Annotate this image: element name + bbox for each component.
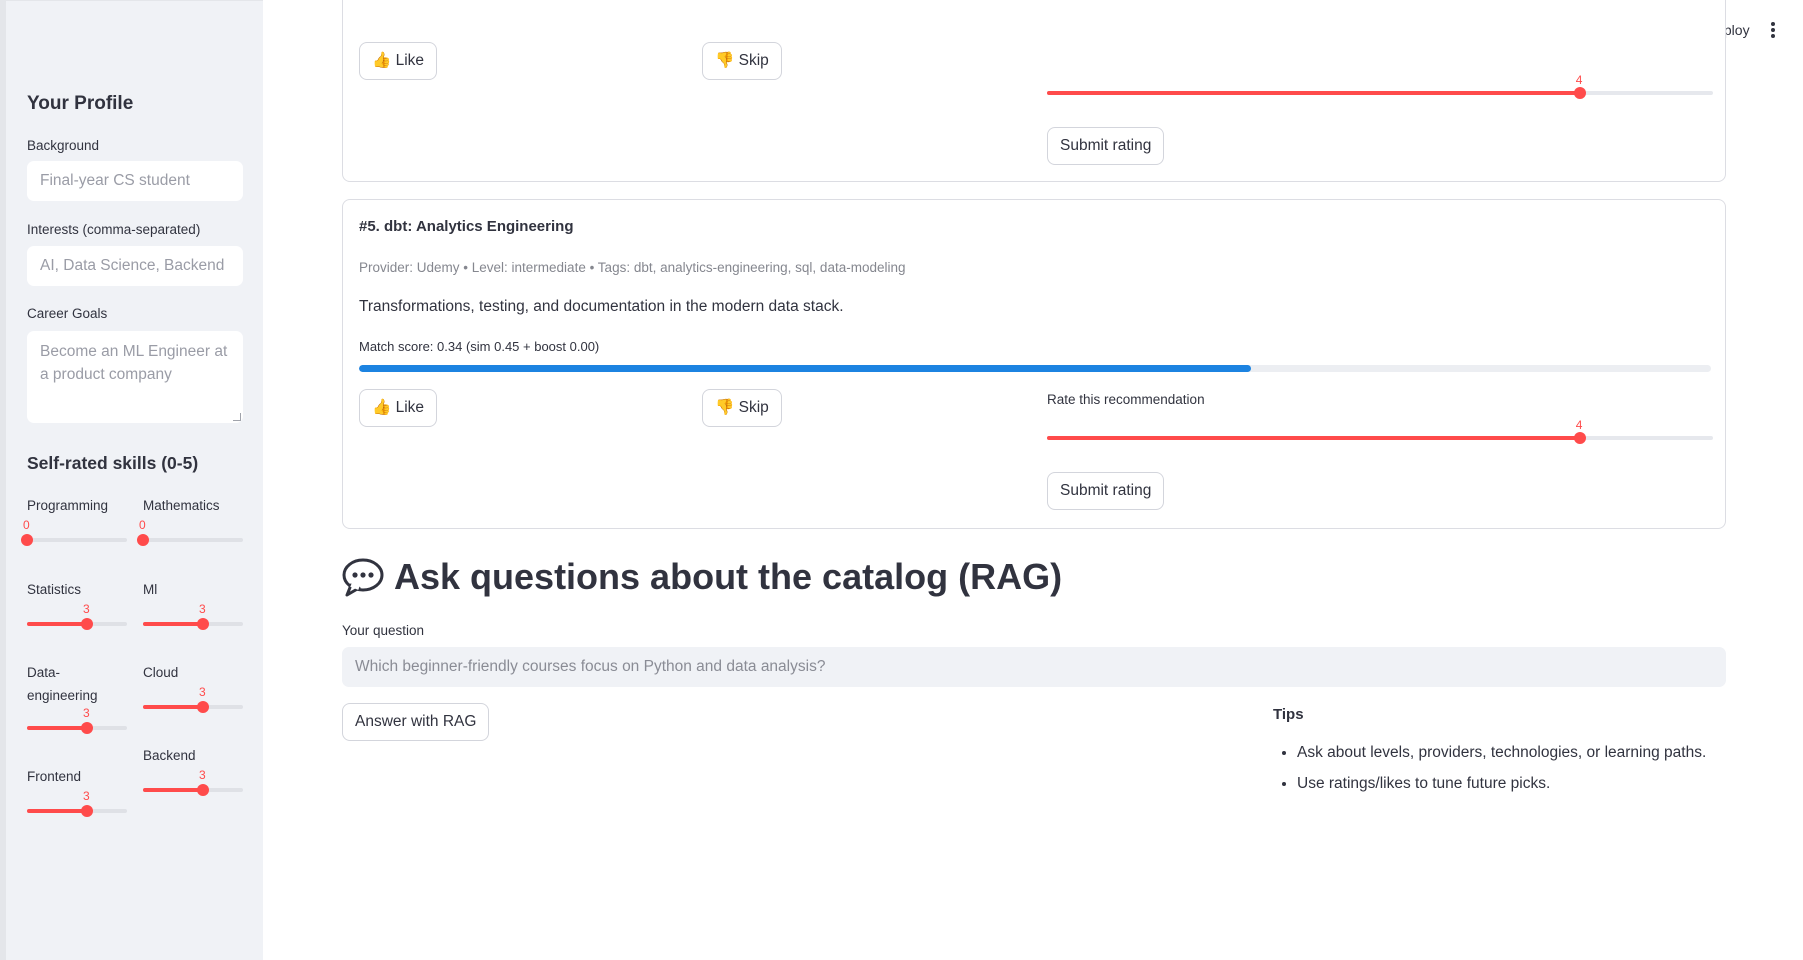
skill-slider-thumb[interactable] [197,618,209,630]
skills-title: Self-rated skills (0-5) [27,453,199,473]
course-description: Transformations, testing, and documentat… [359,298,844,315]
skill-value: 0 [23,518,30,532]
match-score: Match score: 0.34 (sim 0.45 + boost 0.00… [359,339,600,354]
tips-title: Tips [1273,706,1304,723]
submit-rating-button[interactable]: Submit rating [1047,472,1165,510]
skill-slider-fill [27,726,87,730]
answer-with-rag-button[interactable]: Answer with RAG [342,703,490,741]
skill-slider-fill [143,622,203,626]
skill-slider-thumb[interactable] [21,534,33,546]
skill-slider-thumb[interactable] [137,534,149,546]
course-title: #5. dbt: Analytics Engineering [359,218,574,235]
skill-slider-statistics[interactable]: Statistics 3 [27,578,127,630]
skill-slider-thumb[interactable] [81,722,93,734]
speech-bubble-icon [342,557,384,597]
rating-slider-fill [1047,91,1580,95]
skill-slider-frontend[interactable]: Frontend 3 [27,765,127,817]
recommendation-card: #5. dbt: Analytics Engineering Provider:… [342,199,1726,529]
tip-item: Ask about levels, providers, technologie… [1297,742,1706,764]
skill-slider-fill [27,809,87,813]
skill-slider-thumb[interactable] [197,701,209,713]
skill-slider-programming[interactable]: Programming 0 [21,494,127,546]
match-progress-fill [359,365,1252,372]
rate-label: Rate this recommendation [1047,392,1205,407]
career-goals-placeholder: Become an ML Engineer at a product compa… [40,343,228,383]
skill-label: Backend [143,748,196,763]
rating-slider-thumb[interactable] [1573,432,1586,444]
skill-label: Statistics [27,582,82,597]
like-button[interactable]: 👍 Like [359,42,438,80]
skill-slider-track: 3 [143,768,243,796]
skill-slider-fill [143,788,203,792]
skill-value: 3 [199,685,206,699]
recommendation-card: 👍 Like 👎 Skip 4 Submit rating [342,0,1726,182]
skill-slider-track: 3 [27,706,127,734]
rag-heading-text: Ask questions about the catalog (RAG) [394,556,1063,597]
skill-slider-track: 3 [27,602,127,630]
submit-rating-button[interactable]: Submit rating [1047,127,1165,165]
rating-slider[interactable]: 4 [1047,418,1713,450]
skill-label: Data-engineering [27,665,98,703]
skill-value: 3 [83,706,90,720]
skill-slider-track: 3 [27,789,127,817]
rating-slider[interactable]: 4 [1047,73,1713,105]
skill-value: 0 [139,518,146,532]
rating-slider-track: 4 [1047,418,1713,444]
skill-slider-track: 0 [137,518,243,546]
course-meta: Provider: Udemy • Level: intermediate • … [359,260,906,275]
skill-slider-track: 0 [21,518,127,546]
background-label: Background [27,138,100,153]
skill-label: Frontend [27,769,82,784]
skip-button[interactable]: 👎 Skip [702,42,782,80]
question-input[interactable]: Which beginner-friendly courses focus on… [342,647,1726,687]
rating-slider-fill [1047,436,1580,440]
sidebar: Your Profile Background Final-year CS st… [0,0,263,960]
match-progress-bar [359,365,1711,372]
skill-label: Mathematics [143,498,220,513]
rating-slider-thumb[interactable] [1573,87,1586,99]
rating-value: 4 [1575,418,1583,432]
skill-slider-cloud[interactable]: Cloud 3 [143,661,243,713]
rating-value: 4 [1575,73,1583,87]
skill-label: Ml [143,582,158,597]
skill-value: 3 [83,602,90,616]
career-goals-label: Career Goals [27,306,108,321]
skill-slider-mathematics[interactable]: Mathematics 0 [137,494,243,546]
kebab-menu-icon[interactable] [1771,22,1775,38]
rag-heading: Ask questions about the catalog (RAG) [342,556,1062,598]
question-label: Your question [342,623,425,638]
skill-slider-track: 3 [143,685,243,713]
sidebar-title: Your Profile [27,93,134,114]
skill-value: 3 [199,768,206,782]
skill-value: 3 [199,602,206,616]
resize-handle-icon[interactable] [233,413,241,421]
tips-list: Ask about levels, providers, technologie… [1273,742,1706,804]
skill-slider-thumb[interactable] [81,805,93,817]
skill-slider-ml[interactable]: Ml 3 [143,578,243,630]
interests-label: Interests (comma-separated) [27,222,201,237]
skill-label: Cloud [143,665,179,680]
skill-slider-data-engineering[interactable]: Data-engineering 3 [27,661,127,734]
skip-button[interactable]: 👎 Skip [702,389,782,427]
skill-slider-fill [143,705,203,709]
skill-slider-backend[interactable]: Backend 3 [143,744,243,796]
tip-item: Use ratings/likes to tune future picks. [1297,773,1706,795]
skill-slider-thumb[interactable] [197,784,209,796]
skill-label: Programming [27,498,109,513]
skill-slider-fill [27,622,87,626]
skill-value: 3 [83,789,90,803]
interests-input[interactable]: AI, Data Science, Backend [27,246,243,286]
skill-slider-thumb[interactable] [81,618,93,630]
like-button[interactable]: 👍 Like [359,389,438,427]
career-goals-textarea[interactable]: Become an ML Engineer at a product compa… [27,331,243,423]
skill-slider-track: 3 [143,602,243,630]
rating-slider-track: 4 [1047,73,1713,99]
background-input[interactable]: Final-year CS student [27,161,243,201]
